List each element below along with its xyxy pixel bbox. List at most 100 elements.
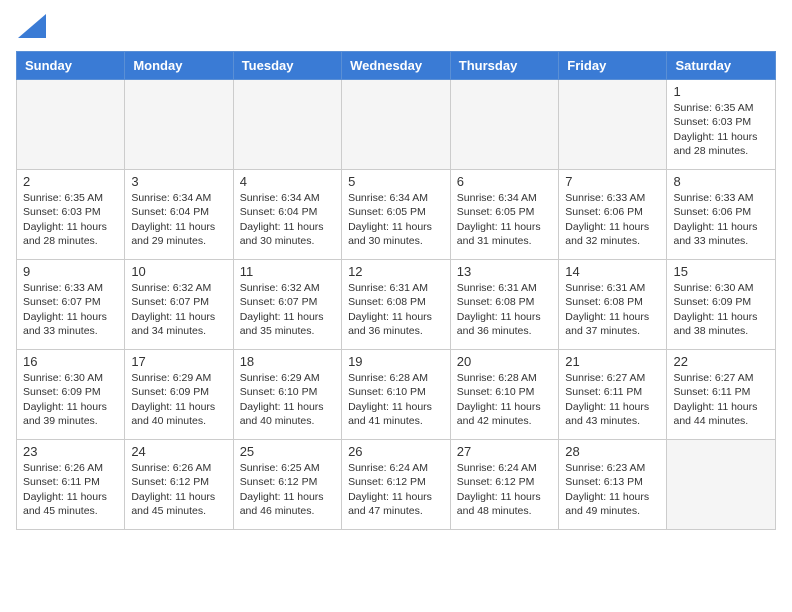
day-info: Sunrise: 6:31 AM Sunset: 6:08 PM Dayligh… (457, 281, 553, 338)
weekday-header: Sunday (17, 52, 125, 80)
day-number: 20 (457, 354, 553, 369)
day-info: Sunrise: 6:34 AM Sunset: 6:04 PM Dayligh… (240, 191, 335, 248)
day-number: 18 (240, 354, 335, 369)
calendar-day-cell (125, 80, 233, 170)
calendar-day-cell: 12 Sunrise: 6:31 AM Sunset: 6:08 PM Dayli… (342, 260, 451, 350)
calendar-table: SundayMondayTuesdayWednesdayThursdayFrid… (16, 51, 776, 530)
calendar-day-cell: 10 Sunrise: 6:32 AM Sunset: 6:07 PM Dayli… (125, 260, 233, 350)
day-number: 28 (565, 444, 660, 459)
weekday-header: Saturday (667, 52, 776, 80)
calendar-day-cell: 5 Sunrise: 6:34 AM Sunset: 6:05 PM Daylig… (342, 170, 451, 260)
weekday-header: Friday (559, 52, 667, 80)
day-info: Sunrise: 6:33 AM Sunset: 6:06 PM Dayligh… (565, 191, 660, 248)
day-number: 9 (23, 264, 118, 279)
calendar-day-cell: 27 Sunrise: 6:24 AM Sunset: 6:12 PM Dayli… (450, 440, 559, 530)
day-info: Sunrise: 6:23 AM Sunset: 6:13 PM Dayligh… (565, 461, 660, 518)
calendar-day-cell: 13 Sunrise: 6:31 AM Sunset: 6:08 PM Dayli… (450, 260, 559, 350)
day-info: Sunrise: 6:26 AM Sunset: 6:12 PM Dayligh… (131, 461, 226, 518)
day-info: Sunrise: 6:32 AM Sunset: 6:07 PM Dayligh… (131, 281, 226, 338)
calendar-day-cell: 23 Sunrise: 6:26 AM Sunset: 6:11 PM Dayli… (17, 440, 125, 530)
day-info: Sunrise: 6:27 AM Sunset: 6:11 PM Dayligh… (673, 371, 769, 428)
day-info: Sunrise: 6:28 AM Sunset: 6:10 PM Dayligh… (457, 371, 553, 428)
calendar-day-cell: 3 Sunrise: 6:34 AM Sunset: 6:04 PM Daylig… (125, 170, 233, 260)
day-info: Sunrise: 6:24 AM Sunset: 6:12 PM Dayligh… (348, 461, 444, 518)
calendar-day-cell: 2Sunrise: 6:35 AM Sunset: 6:03 PM Daylig… (17, 170, 125, 260)
day-info: Sunrise: 6:28 AM Sunset: 6:10 PM Dayligh… (348, 371, 444, 428)
day-info: Sunrise: 6:24 AM Sunset: 6:12 PM Dayligh… (457, 461, 553, 518)
day-number: 5 (348, 174, 444, 189)
day-info: Sunrise: 6:25 AM Sunset: 6:12 PM Dayligh… (240, 461, 335, 518)
day-number: 1 (673, 84, 769, 99)
day-info: Sunrise: 6:31 AM Sunset: 6:08 PM Dayligh… (565, 281, 660, 338)
calendar-day-cell: 18 Sunrise: 6:29 AM Sunset: 6:10 PM Dayli… (233, 350, 341, 440)
calendar-week-row: 2Sunrise: 6:35 AM Sunset: 6:03 PM Daylig… (17, 170, 776, 260)
day-info: Sunrise: 6:34 AM Sunset: 6:05 PM Dayligh… (348, 191, 444, 248)
calendar-week-row: 16 Sunrise: 6:30 AM Sunset: 6:09 PM Dayli… (17, 350, 776, 440)
calendar-day-cell: 25 Sunrise: 6:25 AM Sunset: 6:12 PM Dayli… (233, 440, 341, 530)
calendar-day-cell: 1 Sunrise: 6:35 AM Sunset: 6:03 PM Daylig… (667, 80, 776, 170)
calendar-day-cell (17, 80, 125, 170)
calendar-week-row: 23 Sunrise: 6:26 AM Sunset: 6:11 PM Dayli… (17, 440, 776, 530)
calendar-day-cell: 21 Sunrise: 6:27 AM Sunset: 6:11 PM Dayli… (559, 350, 667, 440)
calendar-day-cell: 17 Sunrise: 6:29 AM Sunset: 6:09 PM Dayli… (125, 350, 233, 440)
day-info: Sunrise: 6:27 AM Sunset: 6:11 PM Dayligh… (565, 371, 660, 428)
day-info: Sunrise: 6:35 AM Sunset: 6:03 PM Dayligh… (673, 101, 769, 158)
day-info: Sunrise: 6:29 AM Sunset: 6:09 PM Dayligh… (131, 371, 226, 428)
day-info: Sunrise: 6:32 AM Sunset: 6:07 PM Dayligh… (240, 281, 335, 338)
day-info: Sunrise: 6:34 AM Sunset: 6:04 PM Dayligh… (131, 191, 226, 248)
day-number: 11 (240, 264, 335, 279)
day-number: 16 (23, 354, 118, 369)
day-number: 25 (240, 444, 335, 459)
calendar-day-cell: 7 Sunrise: 6:33 AM Sunset: 6:06 PM Daylig… (559, 170, 667, 260)
weekday-header: Wednesday (342, 52, 451, 80)
day-number: 22 (673, 354, 769, 369)
calendar-day-cell (450, 80, 559, 170)
day-info: Sunrise: 6:26 AM Sunset: 6:11 PM Dayligh… (23, 461, 118, 518)
calendar-day-cell: 26 Sunrise: 6:24 AM Sunset: 6:12 PM Dayli… (342, 440, 451, 530)
calendar-day-cell: 19 Sunrise: 6:28 AM Sunset: 6:10 PM Dayli… (342, 350, 451, 440)
weekday-header: Tuesday (233, 52, 341, 80)
day-number: 6 (457, 174, 553, 189)
logo-text (16, 16, 46, 43)
day-info: Sunrise: 6:33 AM Sunset: 6:07 PM Dayligh… (23, 281, 118, 338)
calendar-day-cell: 4 Sunrise: 6:34 AM Sunset: 6:04 PM Daylig… (233, 170, 341, 260)
calendar-day-cell: 20 Sunrise: 6:28 AM Sunset: 6:10 PM Dayli… (450, 350, 559, 440)
day-info: Sunrise: 6:30 AM Sunset: 6:09 PM Dayligh… (23, 371, 118, 428)
weekday-header: Monday (125, 52, 233, 80)
day-info: Sunrise: 6:31 AM Sunset: 6:08 PM Dayligh… (348, 281, 444, 338)
day-number: 14 (565, 264, 660, 279)
calendar-day-cell (667, 440, 776, 530)
logo (16, 16, 46, 43)
day-info: Sunrise: 6:34 AM Sunset: 6:05 PM Dayligh… (457, 191, 553, 248)
day-number: 21 (565, 354, 660, 369)
calendar-day-cell: 8Sunrise: 6:33 AM Sunset: 6:06 PM Daylig… (667, 170, 776, 260)
day-number: 2 (23, 174, 118, 189)
calendar-day-cell: 11 Sunrise: 6:32 AM Sunset: 6:07 PM Dayli… (233, 260, 341, 350)
day-info: Sunrise: 6:29 AM Sunset: 6:10 PM Dayligh… (240, 371, 335, 428)
logo-icon (18, 14, 46, 38)
day-number: 23 (23, 444, 118, 459)
calendar-day-cell: 6 Sunrise: 6:34 AM Sunset: 6:05 PM Daylig… (450, 170, 559, 260)
day-number: 27 (457, 444, 553, 459)
day-info: Sunrise: 6:30 AM Sunset: 6:09 PM Dayligh… (673, 281, 769, 338)
day-number: 4 (240, 174, 335, 189)
calendar-day-cell: 16 Sunrise: 6:30 AM Sunset: 6:09 PM Dayli… (17, 350, 125, 440)
day-number: 26 (348, 444, 444, 459)
calendar-day-cell: 24 Sunrise: 6:26 AM Sunset: 6:12 PM Dayli… (125, 440, 233, 530)
day-number: 8 (673, 174, 769, 189)
calendar-day-cell: 22 Sunrise: 6:27 AM Sunset: 6:11 PM Dayli… (667, 350, 776, 440)
day-number: 13 (457, 264, 553, 279)
day-number: 19 (348, 354, 444, 369)
day-number: 7 (565, 174, 660, 189)
day-number: 17 (131, 354, 226, 369)
day-number: 24 (131, 444, 226, 459)
calendar-week-row: 9 Sunrise: 6:33 AM Sunset: 6:07 PM Daylig… (17, 260, 776, 350)
calendar-header-row: SundayMondayTuesdayWednesdayThursdayFrid… (17, 52, 776, 80)
calendar-day-cell (342, 80, 451, 170)
day-number: 10 (131, 264, 226, 279)
day-number: 12 (348, 264, 444, 279)
day-number: 3 (131, 174, 226, 189)
calendar-day-cell: 14 Sunrise: 6:31 AM Sunset: 6:08 PM Dayli… (559, 260, 667, 350)
page-header (16, 16, 776, 43)
calendar-day-cell: 28 Sunrise: 6:23 AM Sunset: 6:13 PM Dayli… (559, 440, 667, 530)
